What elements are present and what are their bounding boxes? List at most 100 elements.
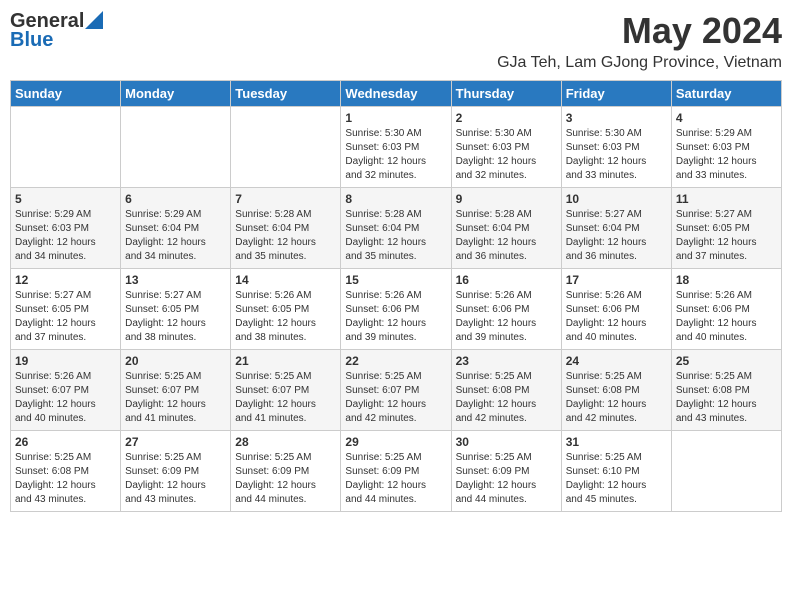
day-info: Sunrise: 5:30 AM Sunset: 6:03 PM Dayligh… (566, 127, 667, 183)
day-info: Sunrise: 5:27 AM Sunset: 6:04 PM Dayligh… (566, 208, 667, 264)
col-sunday: Sunday (11, 81, 121, 107)
col-thursday: Thursday (451, 81, 561, 107)
calendar-title: May 2024 (497, 10, 782, 52)
logo-blue-text: Blue (10, 29, 53, 52)
day-info: Sunrise: 5:28 AM Sunset: 6:04 PM Dayligh… (345, 208, 446, 264)
day-info: Sunrise: 5:26 AM Sunset: 6:06 PM Dayligh… (676, 289, 777, 345)
table-row (671, 431, 781, 512)
day-number: 7 (235, 192, 336, 206)
day-info: Sunrise: 5:26 AM Sunset: 6:07 PM Dayligh… (15, 370, 116, 426)
day-number: 2 (456, 111, 557, 125)
col-saturday: Saturday (671, 81, 781, 107)
table-row: 15 Sunrise: 5:26 AM Sunset: 6:06 PM Dayli… (341, 269, 451, 350)
day-info: Sunrise: 5:30 AM Sunset: 6:03 PM Dayligh… (456, 127, 557, 183)
day-info: Sunrise: 5:25 AM Sunset: 6:07 PM Dayligh… (235, 370, 336, 426)
table-row: 19 Sunrise: 5:26 AM Sunset: 6:07 PM Dayli… (11, 350, 121, 431)
table-row: 26 Sunrise: 5:25 AM Sunset: 6:08 PM Dayli… (11, 431, 121, 512)
calendar-week-2: 5 Sunrise: 5:29 AM Sunset: 6:03 PM Daylig… (11, 188, 782, 269)
day-number: 23 (456, 354, 557, 368)
col-tuesday: Tuesday (231, 81, 341, 107)
day-info: Sunrise: 5:28 AM Sunset: 6:04 PM Dayligh… (235, 208, 336, 264)
day-number: 10 (566, 192, 667, 206)
day-number: 22 (345, 354, 446, 368)
table-row: 12 Sunrise: 5:27 AM Sunset: 6:05 PM Dayli… (11, 269, 121, 350)
day-info: Sunrise: 5:25 AM Sunset: 6:08 PM Dayligh… (456, 370, 557, 426)
day-number: 12 (15, 273, 116, 287)
day-info: Sunrise: 5:27 AM Sunset: 6:05 PM Dayligh… (676, 208, 777, 264)
logo: General Blue (10, 10, 103, 52)
table-row: 30Sunrise: 5:25 AM Sunset: 6:09 PM Dayli… (451, 431, 561, 512)
page-header: General Blue May 2024 GJa Teh, Lam GJong… (10, 10, 782, 72)
day-info: Sunrise: 5:25 AM Sunset: 6:08 PM Dayligh… (15, 451, 116, 507)
day-number: 3 (566, 111, 667, 125)
day-number: 4 (676, 111, 777, 125)
calendar-week-1: 1 Sunrise: 5:30 AM Sunset: 6:03 PM Daylig… (11, 107, 782, 188)
day-info: Sunrise: 5:25 AM Sunset: 6:09 PM Dayligh… (125, 451, 226, 507)
table-row: 20Sunrise: 5:25 AM Sunset: 6:07 PM Dayli… (121, 350, 231, 431)
col-friday: Friday (561, 81, 671, 107)
table-row: 13 Sunrise: 5:27 AM Sunset: 6:05 PM Dayli… (121, 269, 231, 350)
table-row: 28 Sunrise: 5:25 AM Sunset: 6:09 PM Dayli… (231, 431, 341, 512)
day-number: 31 (566, 435, 667, 449)
day-info: Sunrise: 5:25 AM Sunset: 6:09 PM Dayligh… (345, 451, 446, 507)
table-row: 16Sunrise: 5:26 AM Sunset: 6:06 PM Dayli… (451, 269, 561, 350)
day-info: Sunrise: 5:28 AM Sunset: 6:04 PM Dayligh… (456, 208, 557, 264)
day-number: 16 (456, 273, 557, 287)
table-row: 17Sunrise: 5:26 AM Sunset: 6:06 PM Dayli… (561, 269, 671, 350)
calendar-week-4: 19 Sunrise: 5:26 AM Sunset: 6:07 PM Dayli… (11, 350, 782, 431)
day-number: 29 (345, 435, 446, 449)
day-info: Sunrise: 5:29 AM Sunset: 6:03 PM Dayligh… (15, 208, 116, 264)
table-row (121, 107, 231, 188)
day-info: Sunrise: 5:25 AM Sunset: 6:07 PM Dayligh… (125, 370, 226, 426)
day-number: 13 (125, 273, 226, 287)
table-row: 14Sunrise: 5:26 AM Sunset: 6:05 PM Dayli… (231, 269, 341, 350)
day-info: Sunrise: 5:27 AM Sunset: 6:05 PM Dayligh… (125, 289, 226, 345)
day-info: Sunrise: 5:29 AM Sunset: 6:03 PM Dayligh… (676, 127, 777, 183)
day-info: Sunrise: 5:26 AM Sunset: 6:06 PM Dayligh… (345, 289, 446, 345)
table-row: 22 Sunrise: 5:25 AM Sunset: 6:07 PM Dayli… (341, 350, 451, 431)
day-number: 27 (125, 435, 226, 449)
day-number: 11 (676, 192, 777, 206)
table-row: 11 Sunrise: 5:27 AM Sunset: 6:05 PM Dayli… (671, 188, 781, 269)
day-number: 6 (125, 192, 226, 206)
day-number: 26 (15, 435, 116, 449)
table-row: 1 Sunrise: 5:30 AM Sunset: 6:03 PM Daylig… (341, 107, 451, 188)
table-row: 27 Sunrise: 5:25 AM Sunset: 6:09 PM Dayli… (121, 431, 231, 512)
day-info: Sunrise: 5:27 AM Sunset: 6:05 PM Dayligh… (15, 289, 116, 345)
day-number: 18 (676, 273, 777, 287)
calendar-week-5: 26 Sunrise: 5:25 AM Sunset: 6:08 PM Dayli… (11, 431, 782, 512)
logo-triangle-icon (85, 11, 103, 29)
day-number: 1 (345, 111, 446, 125)
table-row (11, 107, 121, 188)
day-number: 21 (235, 354, 336, 368)
day-number: 15 (345, 273, 446, 287)
table-row: 21 Sunrise: 5:25 AM Sunset: 6:07 PM Dayli… (231, 350, 341, 431)
day-number: 19 (15, 354, 116, 368)
calendar-location: GJa Teh, Lam GJong Province, Vietnam (497, 54, 782, 72)
day-number: 5 (15, 192, 116, 206)
day-info: Sunrise: 5:29 AM Sunset: 6:04 PM Dayligh… (125, 208, 226, 264)
day-info: Sunrise: 5:25 AM Sunset: 6:09 PM Dayligh… (235, 451, 336, 507)
table-row: 3 Sunrise: 5:30 AM Sunset: 6:03 PM Daylig… (561, 107, 671, 188)
table-row: 6 Sunrise: 5:29 AM Sunset: 6:04 PM Daylig… (121, 188, 231, 269)
day-info: Sunrise: 5:30 AM Sunset: 6:03 PM Dayligh… (345, 127, 446, 183)
table-row: 4 Sunrise: 5:29 AM Sunset: 6:03 PM Daylig… (671, 107, 781, 188)
calendar-header-row: Sunday Monday Tuesday Wednesday Thursday… (11, 81, 782, 107)
day-info: Sunrise: 5:25 AM Sunset: 6:07 PM Dayligh… (345, 370, 446, 426)
day-number: 28 (235, 435, 336, 449)
table-row: 18 Sunrise: 5:26 AM Sunset: 6:06 PM Dayli… (671, 269, 781, 350)
day-info: Sunrise: 5:25 AM Sunset: 6:09 PM Dayligh… (456, 451, 557, 507)
day-number: 24 (566, 354, 667, 368)
day-number: 9 (456, 192, 557, 206)
table-row (231, 107, 341, 188)
table-row: 10 Sunrise: 5:27 AM Sunset: 6:04 PM Dayli… (561, 188, 671, 269)
table-row: 8Sunrise: 5:28 AM Sunset: 6:04 PM Daylig… (341, 188, 451, 269)
table-row: 24Sunrise: 5:25 AM Sunset: 6:08 PM Dayli… (561, 350, 671, 431)
day-info: Sunrise: 5:26 AM Sunset: 6:06 PM Dayligh… (566, 289, 667, 345)
table-row: 25Sunrise: 5:25 AM Sunset: 6:08 PM Dayli… (671, 350, 781, 431)
calendar-week-3: 12 Sunrise: 5:27 AM Sunset: 6:05 PM Dayli… (11, 269, 782, 350)
day-info: Sunrise: 5:25 AM Sunset: 6:10 PM Dayligh… (566, 451, 667, 507)
table-row: 2 Sunrise: 5:30 AM Sunset: 6:03 PM Daylig… (451, 107, 561, 188)
table-row: 7 Sunrise: 5:28 AM Sunset: 6:04 PM Daylig… (231, 188, 341, 269)
table-row: 29 Sunrise: 5:25 AM Sunset: 6:09 PM Dayli… (341, 431, 451, 512)
